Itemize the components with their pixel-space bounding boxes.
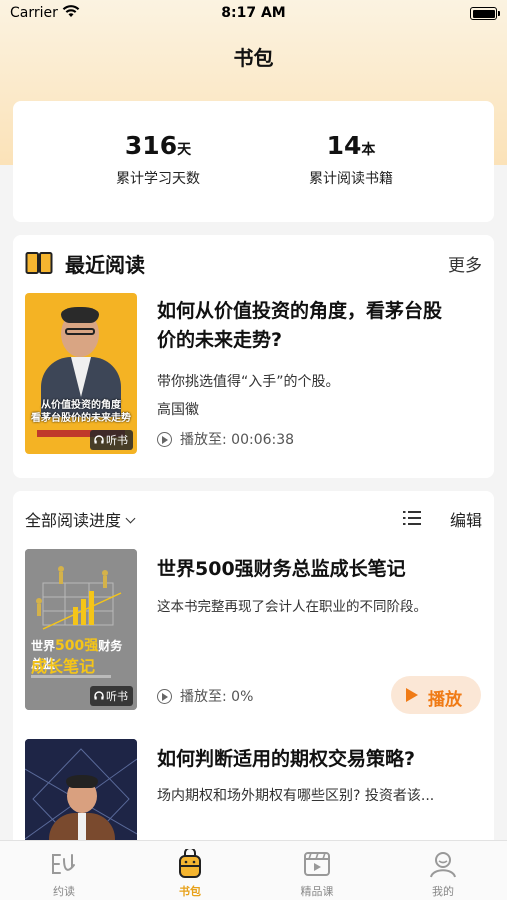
- tab-bag[interactable]: 书包: [150, 841, 230, 900]
- headphones-icon: [94, 434, 104, 447]
- recent-reading-card: 最近阅读 更多 从价值投资的角度 看茅台股价的未来走势 听书 如何从价值投资的角…: [13, 235, 494, 478]
- cover-subtitle: 成长笔记: [31, 657, 96, 676]
- study-days-value: 316: [124, 131, 178, 160]
- audiobook-badge: 听书: [90, 430, 133, 450]
- bag-icon: [174, 847, 206, 879]
- books-read-value: 14: [326, 131, 362, 160]
- recent-book-description: 带你挑选值得“入手”的个股。: [157, 374, 340, 390]
- chevron-down-icon: [125, 513, 136, 524]
- status-bar: Carrier 8:17 AM: [0, 0, 507, 28]
- library-book-title[interactable]: 如何判断适用的期权交易策略?: [157, 745, 415, 774]
- book-cover-options-strategy[interactable]: [25, 739, 137, 851]
- cover-title-highlight: 500强: [55, 638, 99, 654]
- recent-book-title-line2: 价的未来走势?: [157, 329, 283, 351]
- tab-profile[interactable]: 我的: [403, 841, 483, 900]
- tab-yuedu-label: 约读: [53, 885, 75, 898]
- recent-reading-header: 最近阅读 更多: [25, 249, 482, 277]
- play-progress-icon: [157, 432, 172, 447]
- battery-icon: [470, 7, 500, 20]
- tab-premium-course-label: 精品课: [300, 885, 334, 898]
- audiobook-badge-label: 听书: [106, 434, 128, 447]
- cover-figure-shirt: [78, 813, 86, 841]
- play-button[interactable]: 播放: [391, 676, 481, 714]
- tab-yuedu[interactable]: 约读: [24, 841, 104, 900]
- book-cover-maotai[interactable]: 从价值投资的角度 看茅台股价的未来走势 听书: [25, 293, 137, 454]
- audiobook-badge: 听书: [90, 686, 133, 706]
- tab-bar: 约读 书包 精品课 我的: [0, 840, 507, 900]
- cover-title-line2: 看茅台股价的未来走势: [31, 413, 131, 424]
- open-book-icon: [25, 251, 53, 279]
- books-read-stat: 14本 累计阅读书籍: [251, 131, 451, 188]
- cover-title-part-a: 世界: [31, 639, 56, 653]
- library-book-description: 这本书完整再现了会计人在职业的不同阶段。: [157, 599, 427, 615]
- reading-progress-filter[interactable]: 全部阅读进度: [25, 507, 136, 531]
- play-button-label: 播放: [428, 690, 462, 710]
- cover-figure-hair: [66, 775, 98, 788]
- books-read-unit: 本: [361, 142, 376, 158]
- library-card: 全部阅读进度 编辑 世界500强财务总监 成长笔记 听书 世界500强财务总监成…: [13, 491, 494, 851]
- library-book-play-status-text: 播放至: 0%: [180, 689, 254, 705]
- tab-bag-label: 书包: [179, 885, 201, 898]
- stats-card: 316天 累计学习天数 14本 累计阅读书籍: [13, 101, 494, 222]
- study-days-unit: 天: [177, 142, 192, 158]
- reading-progress-filter-label: 全部阅读进度: [25, 511, 122, 530]
- play-progress-icon: [157, 689, 172, 704]
- recent-book-author: 高国徽: [157, 402, 199, 418]
- cover-title-text: 从价值投资的角度 看茅台股价的未来走势: [29, 399, 133, 425]
- recent-book-title[interactable]: 如何从价值投资的角度，看茅台股 价的未来走势?: [157, 297, 442, 355]
- study-days-stat: 316天 累计学习天数: [58, 131, 258, 188]
- headphones-icon: [94, 690, 104, 703]
- book-cover-cfo-notes[interactable]: 世界500强财务总监 成长笔记 听书: [25, 549, 137, 710]
- audiobook-badge-label: 听书: [106, 690, 128, 703]
- cover-fineprint: [31, 675, 111, 678]
- video-course-icon: [301, 849, 333, 879]
- recent-book-play-status-text: 播放至: 00:06:38: [180, 432, 295, 448]
- library-book-title[interactable]: 世界500强财务总监成长笔记: [157, 555, 406, 584]
- profile-icon: [427, 849, 459, 879]
- library-book-play-status: 播放至: 0%: [157, 686, 253, 706]
- page-title: 书包: [233, 46, 274, 70]
- recent-book-play-status: 播放至: 00:06:38: [157, 429, 294, 449]
- recent-reading-title: 最近阅读: [65, 253, 145, 277]
- more-link[interactable]: 更多: [448, 251, 482, 276]
- study-days-label: 累计学习天数: [116, 171, 200, 187]
- list-view-icon[interactable]: [403, 510, 421, 526]
- play-icon: [406, 688, 418, 702]
- tab-premium-course[interactable]: 精品课: [277, 841, 357, 900]
- edit-button[interactable]: 编辑: [450, 507, 482, 531]
- cover-figure-glasses: [65, 328, 95, 335]
- library-book-description: 场内期权和场外期权有哪些区别? 投资者该...: [157, 788, 435, 804]
- books-read-label: 累计阅读书籍: [309, 171, 393, 187]
- tab-profile-label: 我的: [432, 885, 454, 898]
- yuedu-icon: [48, 849, 80, 879]
- clock: 8:17 AM: [221, 5, 286, 21]
- cover-title-line1: 从价值投资的角度: [41, 400, 121, 411]
- cover-figure-hair: [61, 307, 99, 323]
- recent-book-title-line1: 如何从价值投资的角度，看茅台股: [157, 300, 443, 322]
